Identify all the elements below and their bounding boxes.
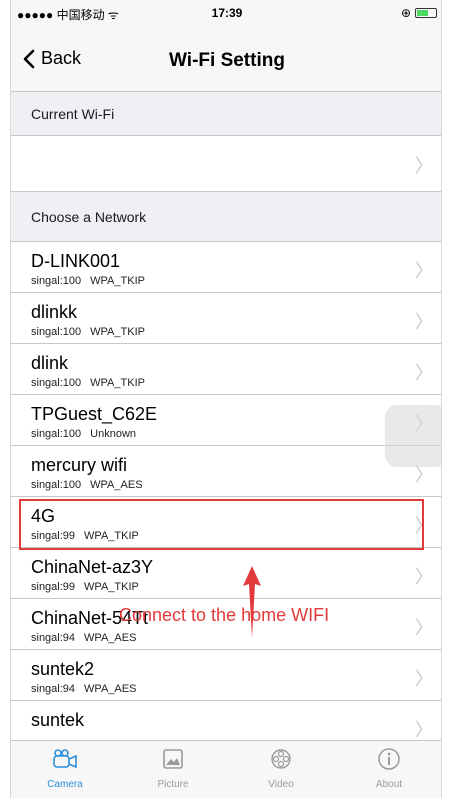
network-details: singal:100 WPA_TKIP: [31, 377, 145, 389]
network-security: Unknown: [90, 428, 137, 440]
chevron-right-icon: 〉: [415, 156, 433, 176]
network-row[interactable]: D-LINK001 singal:100 WPA_TKIP 〉: [11, 242, 441, 293]
status-right: ⊕: [401, 6, 437, 20]
network-details: singal:100 WPA_TKIP: [31, 275, 145, 287]
network-signal: singal:100: [31, 428, 82, 440]
tab-bar: Camera Picture Video About: [11, 740, 441, 798]
battery-fill: [417, 10, 428, 16]
chevron-right-icon: 〉: [415, 618, 433, 638]
app-frame: ●●●●● 中国移动 ᯤ 17:39 ⊕ Back Wi-Fi Setting …: [10, 0, 442, 798]
network-signal: singal:100: [31, 377, 82, 389]
network-signal: singal:94: [31, 632, 76, 644]
video-icon: [267, 747, 295, 776]
tab-label: Video: [268, 779, 294, 790]
highlight-box: [19, 499, 424, 550]
network-security: WPA_AES: [90, 479, 143, 491]
current-wifi-header: Current Wi-Fi: [11, 92, 441, 136]
alarm-icon: ⊕: [400, 6, 411, 20]
tab-label: About: [375, 779, 403, 790]
tab-label: Picture: [157, 779, 189, 790]
tab-picture[interactable]: Picture: [119, 741, 227, 798]
network-signal: singal:100: [31, 326, 82, 338]
chevron-right-icon: 〉: [415, 363, 433, 383]
tab-label: Camera: [47, 779, 83, 790]
tab-about[interactable]: About: [335, 741, 441, 798]
chevron-right-icon: 〉: [415, 720, 433, 740]
network-signal: singal:94: [31, 683, 76, 695]
network-row[interactable]: dlink singal:100 WPA_TKIP 〉: [11, 344, 441, 395]
chevron-right-icon: 〉: [415, 261, 433, 281]
status-time: 17:39: [211, 6, 243, 20]
network-security: WPA_TKIP: [90, 326, 145, 338]
network-details: singal:94 WPA_AES: [31, 632, 136, 644]
nav-bar: Back Wi-Fi Setting: [11, 26, 441, 92]
network-details: singal:100 WPA_TKIP: [31, 326, 145, 338]
network-signal: singal:100: [31, 275, 82, 287]
network-name: D-LINK001: [31, 251, 121, 271]
network-row[interactable]: TPGuest_C62Esingal:100Unknown〉: [11, 395, 441, 446]
network-security: WPA_AES: [84, 632, 137, 644]
camera-icon: [51, 747, 79, 776]
network-details: singal:99 WPA_TKIP: [31, 581, 139, 593]
chevron-right-icon: 〉: [415, 312, 433, 332]
network-signal: singal:99: [31, 581, 76, 593]
network-row[interactable]: ChinaNet-az3Y singal:99 WPA_TKIP 〉: [11, 548, 441, 599]
network-name: ChinaNet-az3Y: [31, 557, 154, 577]
network-name: mercury wifi: [31, 455, 128, 475]
network-name: dlink: [31, 353, 69, 373]
network-details: singal:94 WPA_AES: [31, 683, 136, 695]
network-details: singal:100 Unknown: [31, 428, 136, 440]
current-wifi-row[interactable]: 〉: [11, 136, 441, 192]
assistive-touch-button[interactable]: [385, 405, 441, 467]
chevron-right-icon: 〉: [415, 669, 433, 689]
network-name: dlinkk: [31, 302, 78, 322]
network-list: D-LINK001 singal:100 WPA_TKIP 〉 dlinkk singal…: [11, 242, 441, 752]
chevron-right-icon: 〉: [415, 567, 433, 587]
tab-camera[interactable]: Camera: [11, 741, 119, 798]
network-name: suntek2: [31, 659, 95, 679]
network-details: singal:100 WPA_AES: [31, 479, 143, 491]
network-row[interactable]: mercury wifi singal:100 WPA_AES 〉: [11, 446, 441, 497]
network-signal: singal:100: [31, 479, 82, 491]
network-security: WPA_AES: [84, 683, 137, 695]
annotation-text: Connect to the home WIFI: [119, 605, 330, 625]
network-security: WPA_TKIP: [90, 377, 145, 389]
network-row[interactable]: suntek2 singal:94 WPA_AES 〉: [11, 650, 441, 701]
choose-network-header: Choose a Network: [11, 192, 441, 242]
status-bar: ●●●●● 中国移动 ᯤ 17:39 ⊕: [11, 0, 441, 26]
info-icon: [375, 747, 403, 776]
network-row[interactable]: dlinkk singal:100 WPA_TKIP 〉: [11, 293, 441, 344]
network-security: WPA_TKIP: [90, 275, 145, 287]
network-name: TPGuest_C62E: [31, 404, 158, 424]
annotation-arrow: [243, 566, 261, 638]
page-title: Wi-Fi Setting: [169, 50, 285, 71]
picture-icon: [159, 747, 187, 776]
network-security: WPA_TKIP: [84, 581, 139, 593]
tab-video[interactable]: Video: [227, 741, 335, 798]
battery-icon: [415, 8, 437, 18]
network-name: suntek: [31, 710, 85, 730]
